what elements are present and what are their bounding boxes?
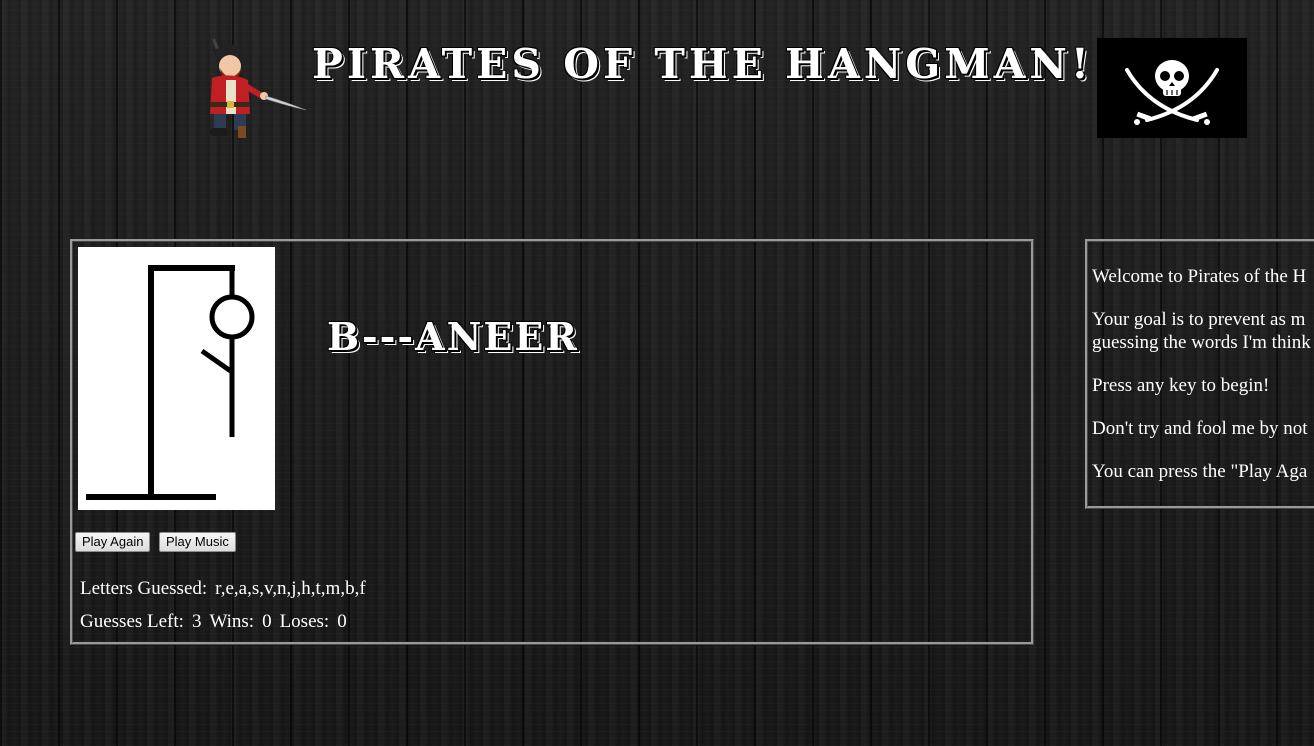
hangman-drawing-image [78, 247, 275, 510]
game-panel: B---ANEER Play Again Play Music Letters … [70, 239, 1034, 645]
letters-guessed-value: r,e,a,s,v,n,j,h,t,m,b,f [215, 578, 366, 599]
play-again-button[interactable]: Play Again [75, 532, 151, 552]
pirate-character-image [198, 36, 308, 140]
loses-value: 0 [337, 611, 347, 632]
play-music-button[interactable]: Play Music [159, 532, 236, 552]
jolly-roger-flag-image [1097, 38, 1247, 138]
letters-guessed-label: Letters Guessed: [80, 578, 208, 599]
guesses-left-label: Guesses Left: [80, 611, 184, 632]
goal-text-line-1: Your goal is to prevent as m [1092, 309, 1306, 330]
wins-value: 0 [262, 611, 272, 632]
page-title: PIRATES OF THE HANGMAN! [312, 40, 1093, 88]
play-again-hint-text: You can press the "Play Aga [1092, 461, 1308, 482]
begin-instruction-text: Press any key to begin! [1092, 375, 1270, 396]
guesses-left-value: 3 [191, 611, 202, 632]
loses-label: Loses: [279, 611, 330, 632]
score-line: Guesses Left: 3 Wins: 0 Loses: 0 [80, 611, 347, 633]
letters-guessed-line: Letters Guessed: r,e,a,s,v,n,j,h,t,m,b,f [80, 578, 366, 600]
goal-text-line-2: guessing the words I'm think [1092, 332, 1311, 353]
word-display: B---ANEER [327, 314, 579, 359]
welcome-text: Welcome to Pirates of the H [1092, 266, 1307, 287]
instructions-panel: Welcome to Pirates of the H Your goal is… [1085, 239, 1314, 509]
warning-text: Don't try and fool me by not [1092, 418, 1308, 439]
wins-label: Wins: [209, 611, 255, 632]
